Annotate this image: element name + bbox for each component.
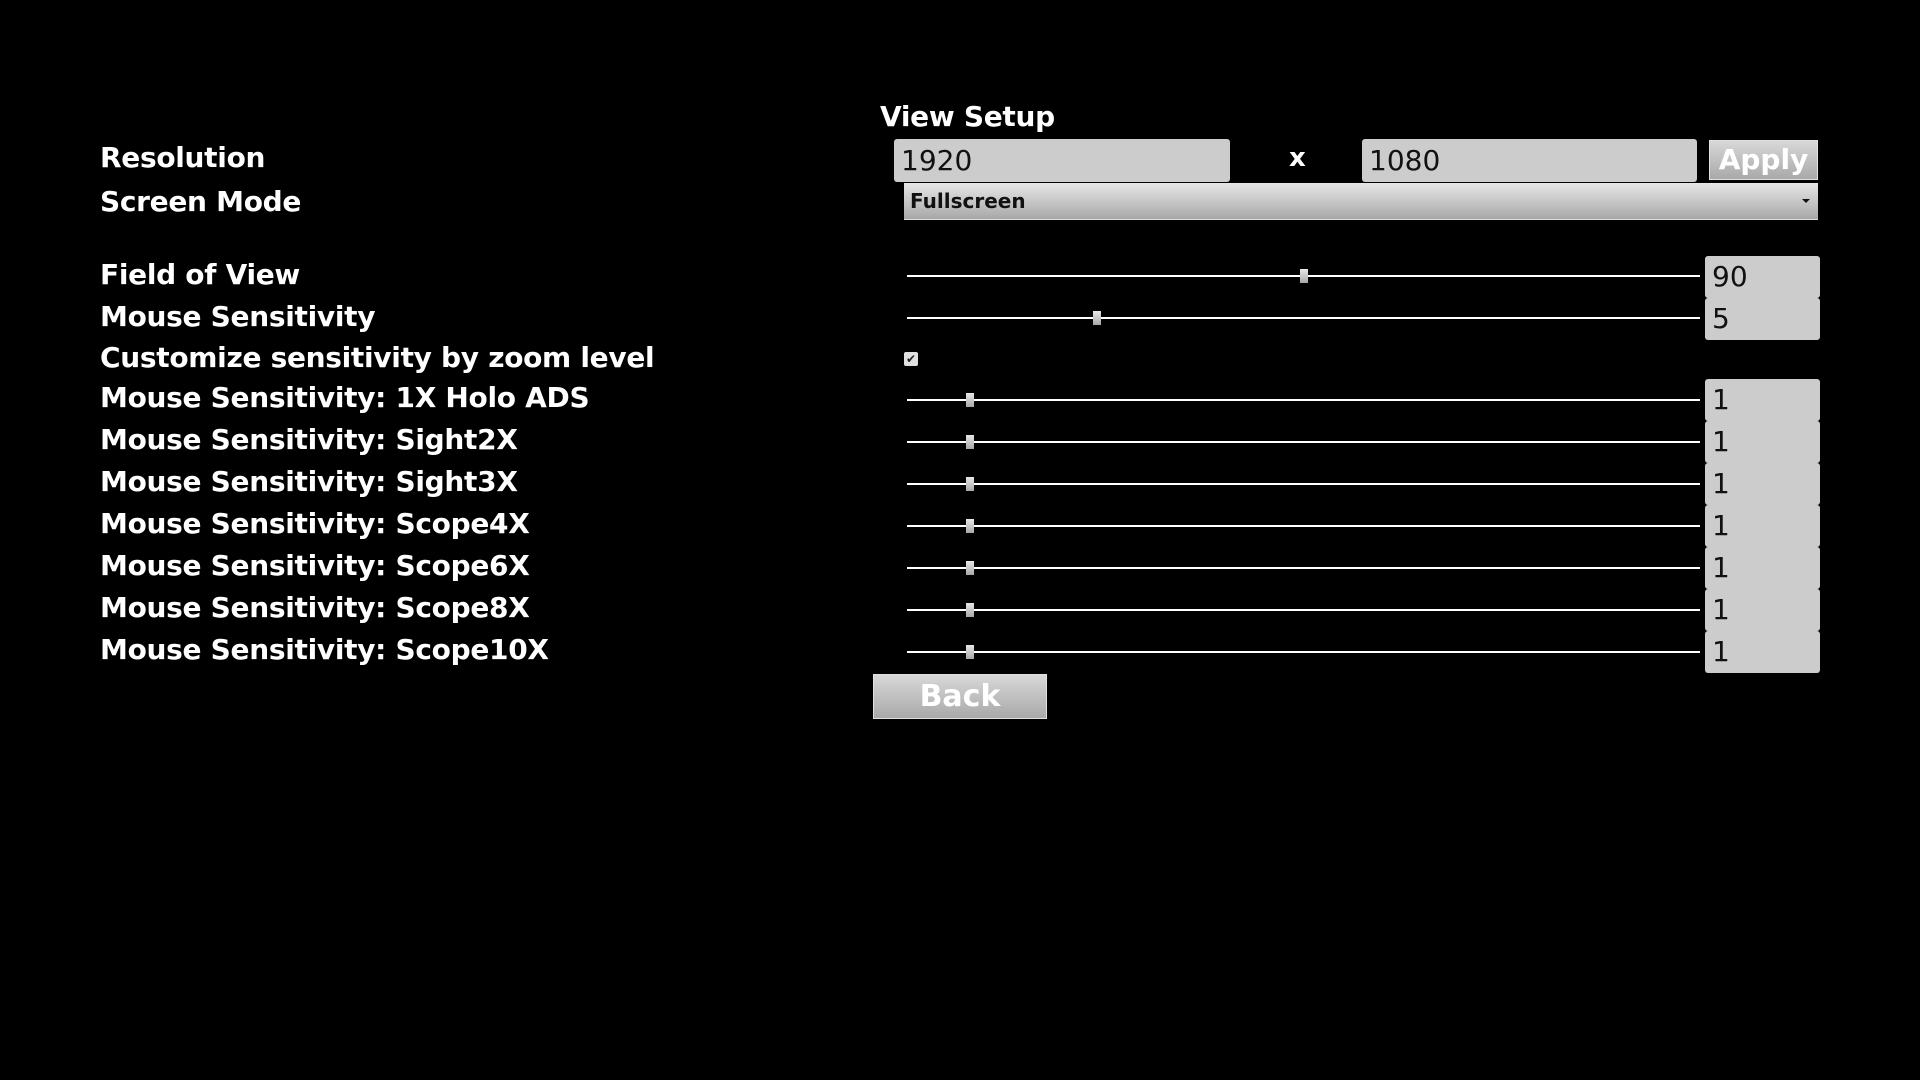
resolution-separator: x [1289,143,1306,173]
customize-sensitivity-checkbox[interactable]: ✔ [904,352,918,366]
zoom-sensitivity-label: Mouse Sensitivity: 1X Holo ADS [100,381,590,414]
screen-mode-selected: Fullscreen [910,189,1026,213]
zoom-sensitivity-value-input[interactable]: 1 [1705,631,1820,673]
zoom-sensitivity-value-input[interactable]: 1 [1705,547,1820,589]
customize-sensitivity-label: Customize sensitivity by zoom level [100,341,655,374]
slider-thumb[interactable] [1299,269,1308,283]
slider-track [907,609,1700,611]
slider-thumb[interactable] [966,603,975,617]
zoom-sensitivity-slider[interactable] [907,390,1700,410]
slider-track [907,483,1700,485]
zoom-sensitivity-slider[interactable] [907,642,1700,662]
mouse-sensitivity-value-input[interactable]: 5 [1705,298,1820,340]
slider-thumb[interactable] [1093,311,1102,325]
screen-mode-dropdown[interactable]: Fullscreen [904,183,1818,220]
zoom-sensitivity-label: Mouse Sensitivity: Sight2X [100,423,518,456]
resolution-width-input[interactable]: 1920 [894,139,1230,182]
zoom-sensitivity-slider[interactable] [907,516,1700,536]
zoom-sensitivity-value-input[interactable]: 1 [1705,379,1820,421]
slider-track [907,651,1700,653]
zoom-sensitivity-slider[interactable] [907,558,1700,578]
slider-thumb[interactable] [966,645,975,659]
zoom-sensitivity-label: Mouse Sensitivity: Sight3X [100,465,518,498]
fov-label: Field of View [100,258,301,291]
mouse-sensitivity-label: Mouse Sensitivity [100,300,376,333]
zoom-sensitivity-label: Mouse Sensitivity: Scope6X [100,549,530,582]
slider-thumb[interactable] [966,477,975,491]
fov-slider[interactable] [907,266,1700,286]
zoom-sensitivity-slider[interactable] [907,432,1700,452]
slider-track [907,317,1700,319]
zoom-sensitivity-value-input[interactable]: 1 [1705,463,1820,505]
slider-track [907,441,1700,443]
resolution-label: Resolution [100,141,266,174]
screen-mode-label: Screen Mode [100,185,302,218]
resolution-height-input[interactable]: 1080 [1362,139,1697,182]
fov-value-input[interactable]: 90 [1705,256,1820,298]
slider-track [907,567,1700,569]
zoom-sensitivity-label: Mouse Sensitivity: Scope10X [100,633,549,666]
zoom-sensitivity-label: Mouse Sensitivity: Scope8X [100,591,530,624]
slider-track [907,525,1700,527]
slider-thumb[interactable] [966,519,975,533]
zoom-sensitivity-value-input[interactable]: 1 [1705,589,1820,631]
slider-thumb[interactable] [966,435,975,449]
slider-thumb[interactable] [966,393,975,407]
zoom-sensitivity-value-input[interactable]: 1 [1705,421,1820,463]
mouse-sensitivity-slider[interactable] [907,308,1700,328]
slider-track [907,399,1700,401]
zoom-sensitivity-slider[interactable] [907,474,1700,494]
zoom-sensitivity-value-input[interactable]: 1 [1705,505,1820,547]
zoom-sensitivity-slider[interactable] [907,600,1700,620]
checkmark-icon: ✔ [905,352,917,366]
view-setup-title: View Setup [880,100,1055,133]
apply-button[interactable]: Apply [1709,140,1818,180]
chevron-down-icon [1802,199,1810,203]
zoom-sensitivity-label: Mouse Sensitivity: Scope4X [100,507,530,540]
back-button[interactable]: Back [873,674,1047,719]
slider-thumb[interactable] [966,561,975,575]
